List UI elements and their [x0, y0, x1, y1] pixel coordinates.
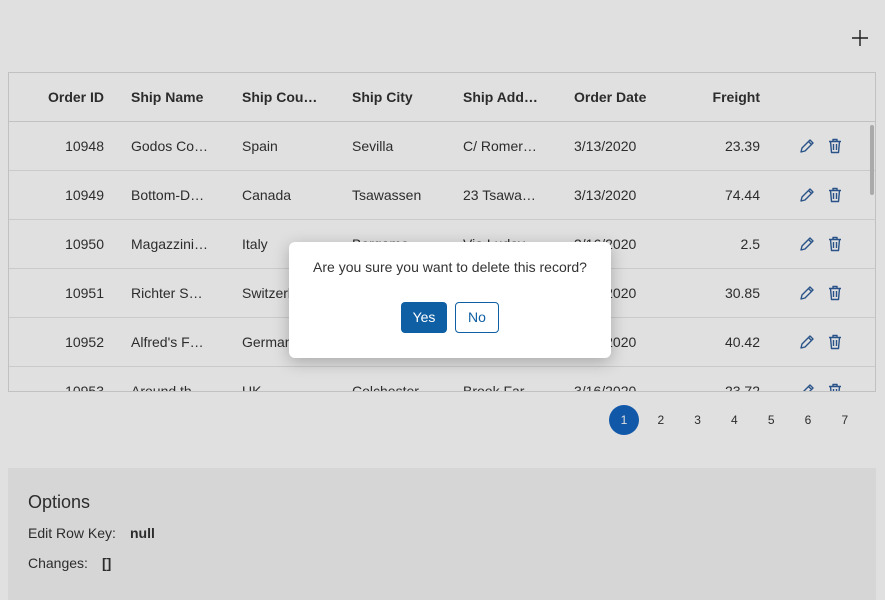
yes-button[interactable]: Yes [401, 302, 447, 333]
no-button[interactable]: No [455, 302, 499, 333]
dialog-message: Are you sure you want to delete this rec… [313, 259, 587, 275]
confirm-delete-dialog: Are you sure you want to delete this rec… [289, 242, 611, 358]
